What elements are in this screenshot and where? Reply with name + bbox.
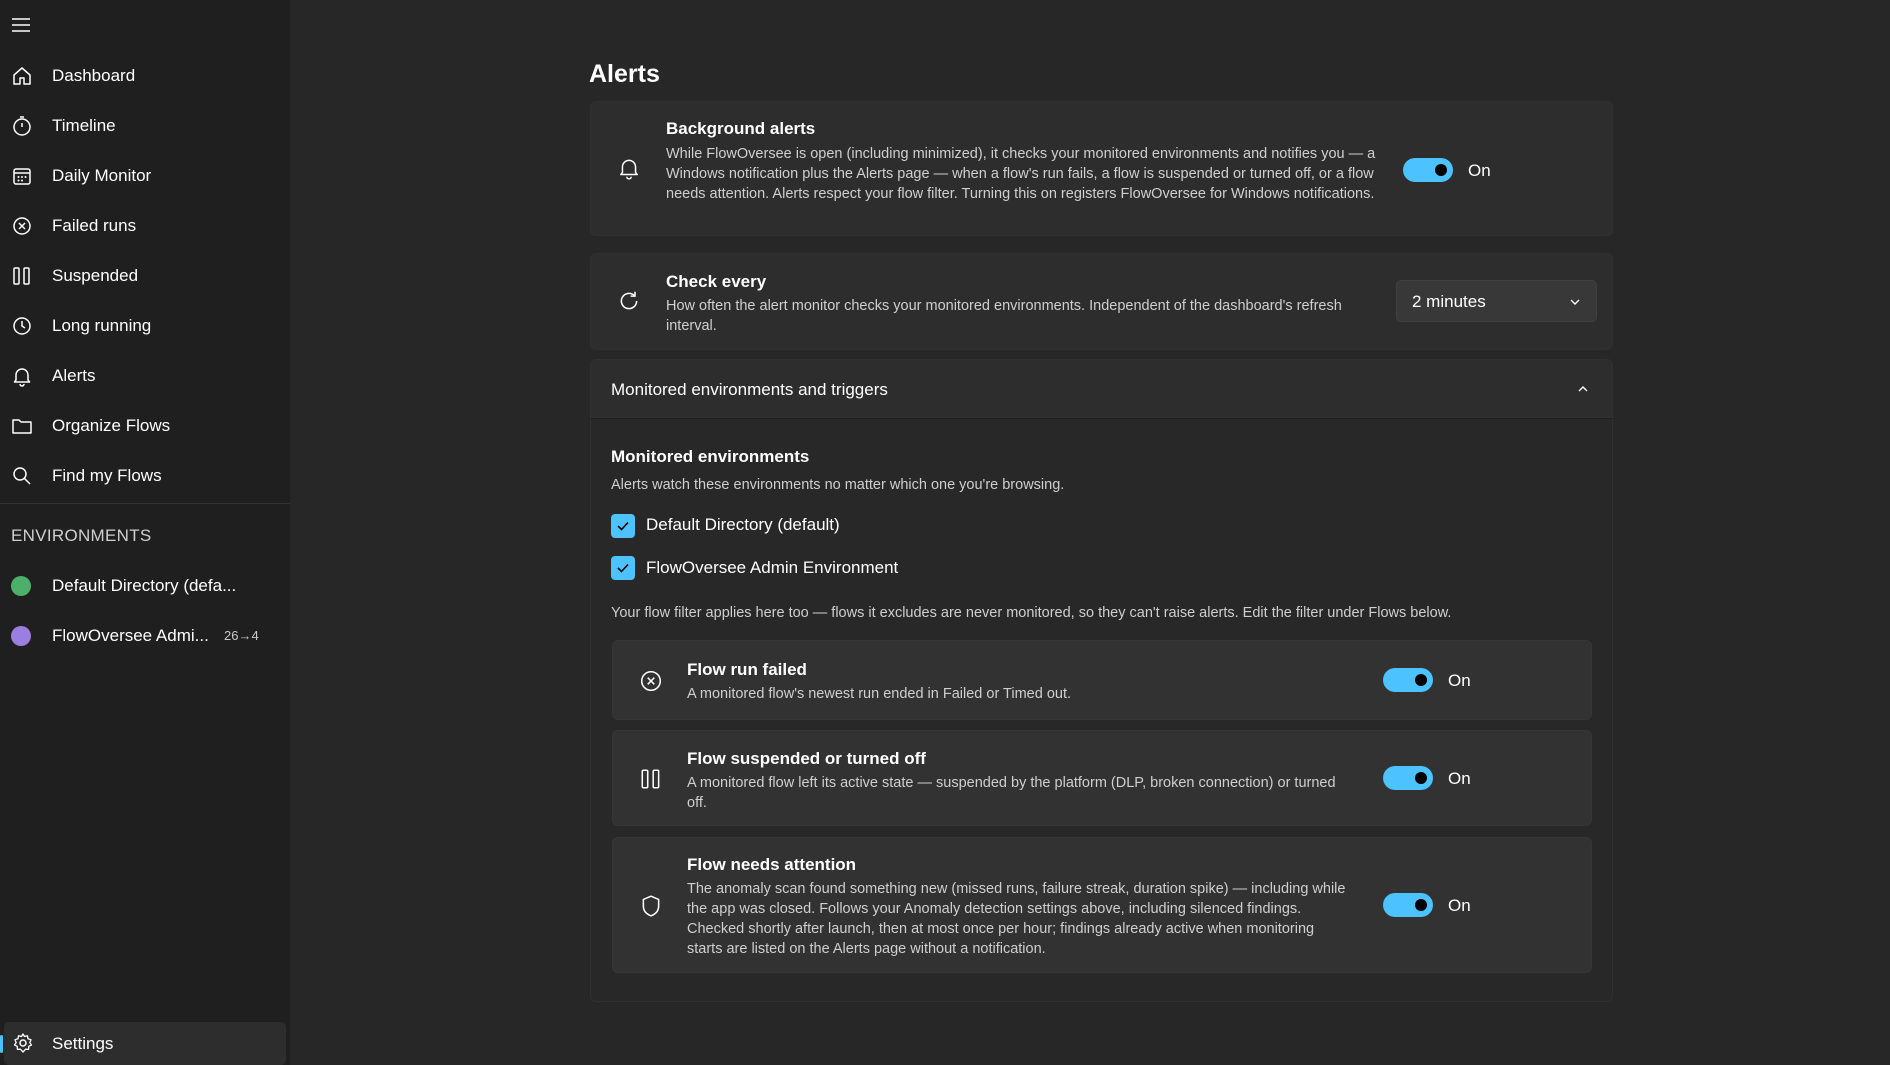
sidebar-item-suspended[interactable]: Suspended bbox=[0, 254, 290, 298]
sidebar: Dashboard Timeline Daily Monitor Failed … bbox=[0, 0, 290, 1065]
shield-icon bbox=[637, 892, 665, 920]
trigger-description: A monitored flow's newest run ended in F… bbox=[687, 686, 1072, 702]
trigger-description: The anomaly scan found something new (mi… bbox=[687, 881, 1346, 957]
checkmark-icon bbox=[617, 563, 629, 573]
env-checkbox-label: FlowOversee Admin Environment bbox=[646, 558, 899, 577]
sidebar-item-long-running[interactable]: Long running bbox=[0, 304, 290, 348]
check-interval-dropdown[interactable]: 2 minutes bbox=[1396, 280, 1597, 322]
background-alerts-toggle-label: On bbox=[1468, 161, 1491, 180]
sidebar-item-failed-runs[interactable]: Failed runs bbox=[0, 204, 290, 248]
sidebar-item-label: Long running bbox=[52, 316, 152, 335]
trigger-flow-suspended: Flow suspended or turned off A monitored… bbox=[612, 730, 1592, 826]
sidebar-item-alerts[interactable]: Alerts bbox=[0, 354, 290, 398]
env-checkbox-label: Default Directory (default) bbox=[646, 515, 840, 534]
monitored-environments-title: Monitored environments bbox=[611, 447, 810, 466]
trigger-title: Flow run failed bbox=[687, 660, 807, 679]
trigger-toggle-label: On bbox=[1448, 896, 1471, 915]
x-circle-icon bbox=[637, 667, 665, 695]
x-circle-icon bbox=[10, 214, 34, 238]
sidebar-item-timeline[interactable]: Timeline bbox=[0, 104, 290, 148]
background-alerts-description: While FlowOversee is open (including min… bbox=[666, 146, 1376, 202]
sidebar-item-label: Suspended bbox=[52, 266, 139, 285]
sidebar-item-label: Settings bbox=[52, 1034, 114, 1053]
toggle-knob bbox=[1435, 164, 1447, 176]
refresh-icon bbox=[615, 287, 643, 315]
chevron-down-icon bbox=[1568, 295, 1582, 309]
trigger-toggle[interactable] bbox=[1383, 668, 1433, 692]
home-icon bbox=[10, 64, 34, 88]
env-badge: 26→4 bbox=[224, 628, 259, 643]
toggle-knob bbox=[1415, 674, 1427, 686]
bell-icon bbox=[10, 364, 34, 388]
sidebar-env-label: Default Directory (defa... bbox=[52, 576, 237, 595]
folder-icon bbox=[10, 414, 34, 438]
check-interval-value: 2 minutes bbox=[1412, 292, 1486, 311]
trigger-toggle[interactable] bbox=[1383, 766, 1433, 790]
expander-title: Monitored environments and triggers bbox=[611, 380, 888, 399]
sidebar-divider bbox=[0, 503, 290, 504]
sidebar-item-label: Timeline bbox=[52, 116, 116, 135]
flow-filter-note: Your flow filter applies here too — flow… bbox=[611, 605, 1452, 621]
check-every-title: Check every bbox=[666, 272, 767, 291]
sidebar-item-label: Dashboard bbox=[52, 66, 136, 85]
trigger-flow-run-failed: Flow run failed A monitored flow's newes… bbox=[612, 640, 1592, 720]
gear-icon bbox=[12, 1032, 34, 1054]
sidebar-item-label: Alerts bbox=[52, 366, 96, 385]
env-checkbox-flowoversee-admin[interactable] bbox=[611, 556, 635, 580]
sidebar-item-label: Organize Flows bbox=[52, 416, 171, 435]
trigger-toggle[interactable] bbox=[1383, 893, 1433, 917]
selection-indicator bbox=[0, 1035, 3, 1053]
environments-header: ENVIRONMENTS bbox=[11, 526, 152, 545]
trigger-toggle-label: On bbox=[1448, 769, 1471, 788]
sidebar-item-daily-monitor[interactable]: Daily Monitor bbox=[0, 154, 290, 198]
background-alerts-toggle[interactable] bbox=[1403, 158, 1453, 182]
bell-icon bbox=[615, 154, 643, 182]
monitored-environments-expander-header[interactable]: Monitored environments and triggers bbox=[590, 359, 1613, 418]
sidebar-env-label: FlowOversee Admi... bbox=[52, 626, 209, 645]
toggle-knob bbox=[1415, 772, 1427, 784]
sidebar-item-find-my-flows[interactable]: Find my Flows bbox=[0, 454, 290, 498]
checkmark-icon bbox=[617, 521, 629, 531]
sidebar-item-label: Find my Flows bbox=[52, 466, 162, 485]
pause-icon bbox=[10, 264, 34, 288]
trigger-title: Flow suspended or turned off bbox=[687, 749, 926, 768]
toggle-knob bbox=[1415, 899, 1427, 911]
sidebar-env-default-directory[interactable]: Default Directory (defa... bbox=[0, 564, 290, 608]
stopwatch-icon bbox=[10, 114, 34, 138]
pause-icon bbox=[637, 765, 665, 793]
trigger-title: Flow needs attention bbox=[687, 855, 857, 874]
sidebar-item-label: Failed runs bbox=[52, 216, 137, 235]
env-color-dot bbox=[11, 576, 31, 596]
check-every-description: How often the alert monitor checks your … bbox=[666, 298, 1342, 334]
background-alerts-card: Background alerts While FlowOversee is o… bbox=[590, 101, 1613, 236]
page-title: Alerts bbox=[589, 60, 660, 88]
background-alerts-title: Background alerts bbox=[666, 119, 816, 138]
sidebar-env-flowoversee-admin[interactable]: FlowOversee Admi... 26→4 bbox=[0, 614, 290, 658]
sidebar-item-settings[interactable]: Settings bbox=[4, 1022, 286, 1065]
trigger-toggle-label: On bbox=[1448, 671, 1471, 690]
calendar-icon bbox=[10, 164, 34, 188]
sidebar-item-label: Daily Monitor bbox=[52, 166, 152, 185]
chevron-up-icon bbox=[1576, 382, 1590, 396]
env-color-dot bbox=[11, 626, 31, 646]
trigger-flow-needs-attention: Flow needs attention The anomaly scan fo… bbox=[612, 837, 1592, 973]
monitored-environments-description: Alerts watch these environments no matte… bbox=[611, 477, 1065, 493]
trigger-description: A monitored flow left its active state —… bbox=[687, 775, 1336, 811]
sidebar-item-organize-flows[interactable]: Organize Flows bbox=[0, 404, 290, 448]
clock-icon bbox=[10, 314, 34, 338]
hamburger-icon[interactable] bbox=[10, 14, 36, 38]
env-checkbox-default-directory[interactable] bbox=[611, 514, 635, 538]
sidebar-item-dashboard[interactable]: Dashboard bbox=[0, 54, 290, 98]
search-icon bbox=[10, 464, 34, 488]
